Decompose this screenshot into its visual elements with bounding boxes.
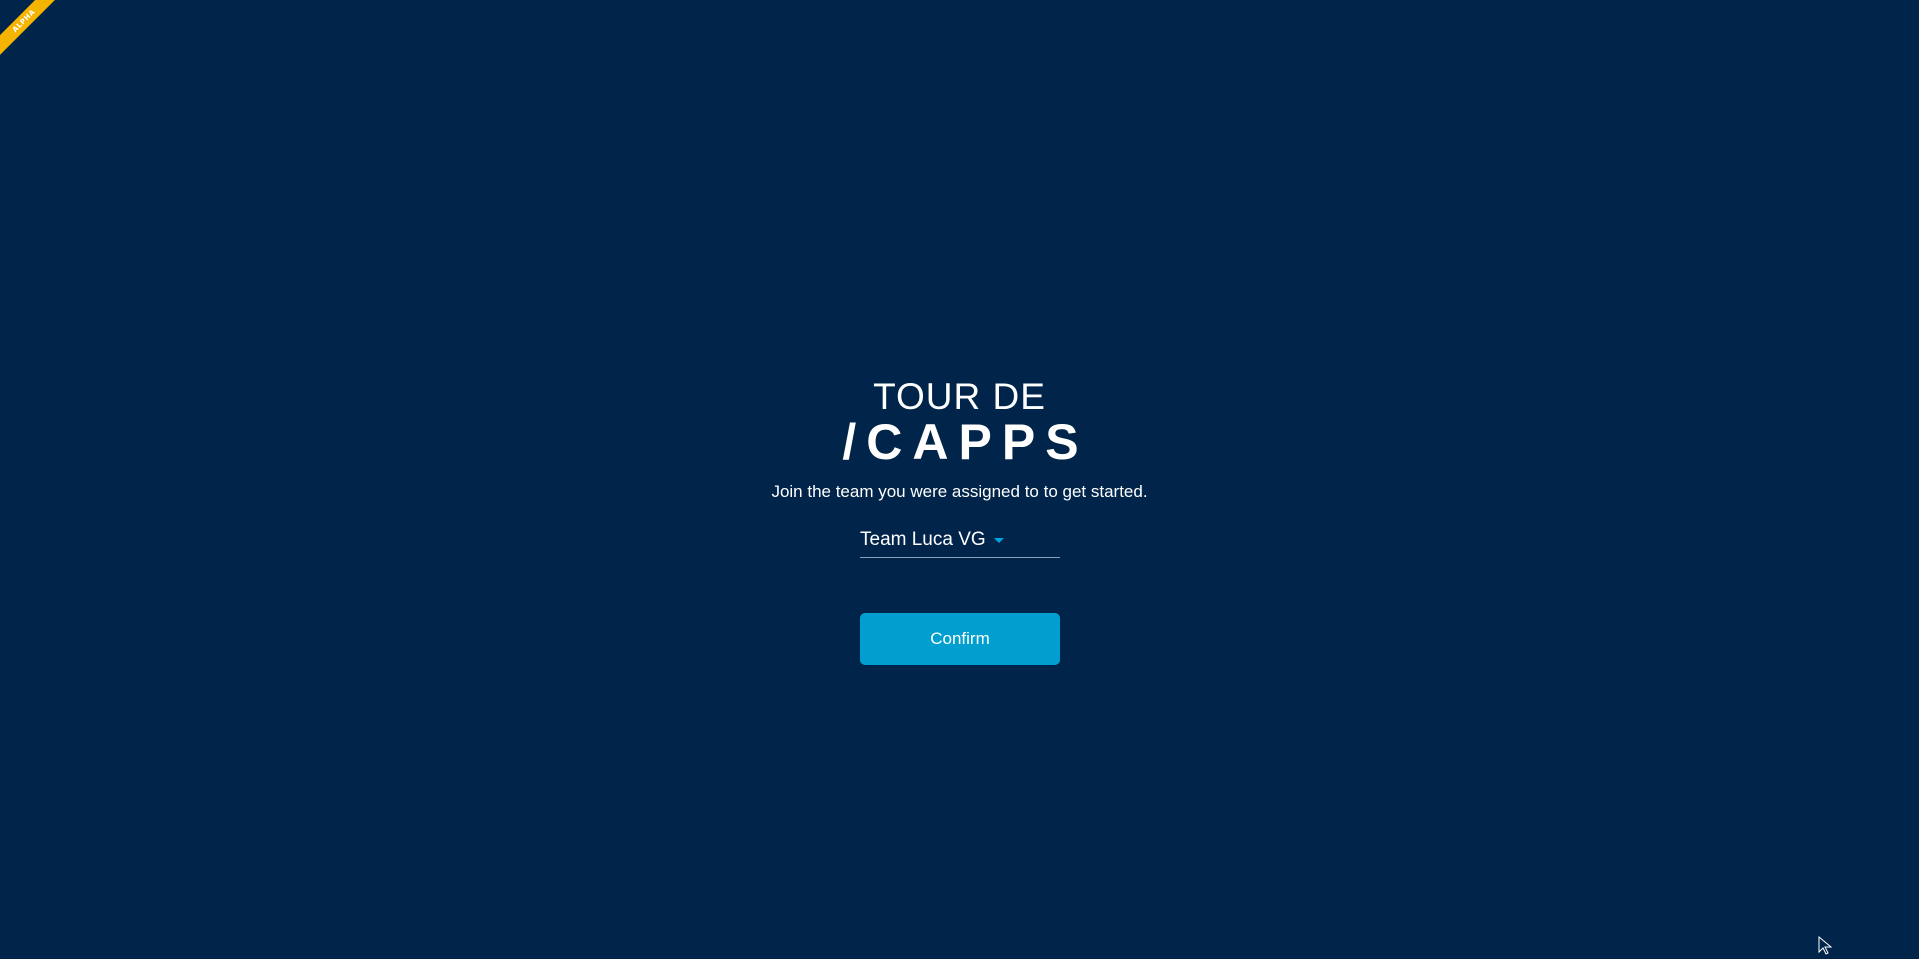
alpha-ribbon: ALPHA xyxy=(0,0,60,60)
team-select-value: Team Luca VG xyxy=(860,529,986,550)
mouse-pointer-icon xyxy=(1818,936,1833,955)
join-team-instructions: Join the team you were assigned to to ge… xyxy=(771,482,1148,501)
team-select[interactable]: Team Luca VG xyxy=(860,527,1060,558)
logo-line-2: /CAPPS xyxy=(842,414,1089,470)
chevron-down-icon xyxy=(994,538,1004,543)
confirm-button[interactable]: Confirm xyxy=(860,613,1060,665)
alpha-ribbon-label: ALPHA xyxy=(0,0,60,60)
join-team-panel: TOUR DE /CAPPS Join the team you were as… xyxy=(0,378,1919,502)
tour-de-capps-logo: TOUR DE /CAPPS xyxy=(820,376,1100,470)
logo-line-1: TOUR DE xyxy=(873,376,1046,417)
